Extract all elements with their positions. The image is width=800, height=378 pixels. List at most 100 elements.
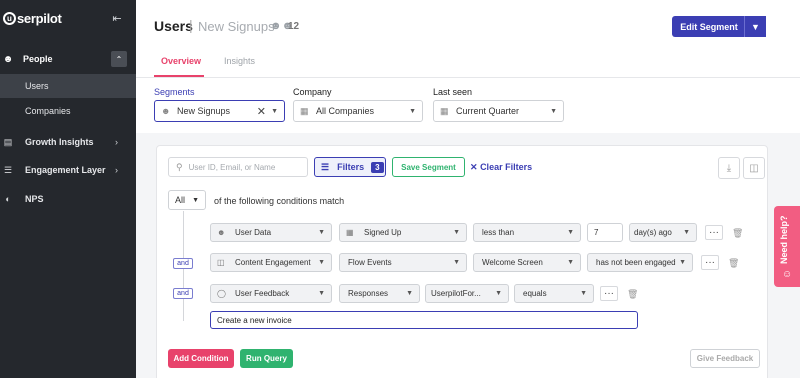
condition-2-type-select[interactable]: ◫ Content Engagement ▼ — [210, 253, 332, 272]
nav-people[interactable]: ☻ People ⌃ — [0, 49, 136, 69]
chevron-down-icon: ▼ — [580, 290, 587, 297]
nav-nps[interactable]: ◐ NPS — [0, 189, 136, 209]
filters-button[interactable]: ☰ Filters 3 — [314, 157, 386, 177]
match-mode-value: All — [175, 195, 186, 205]
tab-overview[interactable]: Overview — [161, 56, 201, 66]
add-condition-button[interactable]: Add Condition — [168, 349, 234, 368]
chevron-down-icon: ▼ — [679, 259, 686, 266]
chevron-down-icon: ▼ — [318, 229, 325, 236]
help-icon: ☺ — [782, 269, 793, 280]
condition-3-field-select[interactable]: Responses ▼ — [339, 284, 420, 303]
give-feedback-button[interactable]: Give Feedback — [690, 349, 760, 368]
main-content: Users | New Signups ☻ ☻ 12 Edit Segment ▼… — [136, 0, 800, 378]
condition-3-type-select[interactable]: ◯ User Feedback ▼ — [210, 284, 332, 303]
condition-3-source: UserpilotFor... — [431, 289, 481, 298]
sliders-icon: ☰ — [321, 161, 330, 172]
content-icon: ◫ — [217, 258, 225, 267]
columns-button[interactable]: ◫ — [743, 157, 765, 179]
users-icon: ☻ — [217, 228, 226, 237]
run-query-button[interactable]: Run Query — [240, 349, 293, 368]
condition-3-field: Responses — [348, 289, 389, 298]
page-title: Users — [154, 18, 193, 34]
clear-filters-label: Clear Filters — [480, 162, 533, 172]
and-connector[interactable]: and — [173, 258, 193, 269]
condition-2-type: Content Engagement — [235, 258, 311, 267]
nav-growth-insights[interactable]: ▤ Growth Insights › — [0, 132, 136, 152]
chevron-down-icon: ▼ — [495, 290, 502, 297]
filters-count-badge: 3 — [371, 161, 384, 173]
download-icon: ⤓ — [726, 162, 732, 174]
subnav-companies[interactable]: Companies — [0, 99, 136, 123]
condition-1-type-select[interactable]: ☻ User Data ▼ — [210, 223, 332, 242]
condition-1-value-input[interactable]: 7 — [587, 223, 623, 242]
condition-3-type: User Feedback — [235, 289, 290, 298]
collapse-sidebar-icon[interactable]: ⇤ — [108, 11, 126, 25]
edit-segment-dropdown[interactable]: ▼ — [744, 16, 766, 37]
trash-icon[interactable]: 🗑 — [728, 258, 739, 269]
segments-select[interactable]: ☻ New Signups ✕ ▼ — [154, 100, 285, 122]
more-icon: ··· — [709, 226, 719, 238]
last-seen-value: Current Quarter — [456, 106, 520, 116]
condition-3-text-input[interactable]: Create a new invoice — [210, 311, 638, 329]
more-icon: ··· — [604, 287, 614, 299]
chevron-down-icon: ▼ — [453, 229, 460, 236]
condition-1-operator-select[interactable]: less than ▼ — [473, 223, 581, 242]
last-seen-select[interactable]: ▦ Current Quarter ▼ — [433, 100, 564, 122]
condition-2-field-select[interactable]: Flow Events ▼ — [339, 253, 467, 272]
clear-icon[interactable]: ✕ — [257, 105, 266, 118]
chevron-down-icon: ▼ — [271, 107, 278, 115]
condition-1-operator: less than — [482, 228, 515, 237]
download-button[interactable]: ⤓ — [718, 157, 740, 179]
need-help-tab[interactable]: Need help? ☺ — [774, 206, 800, 287]
chevron-down-icon: ▼ — [192, 196, 199, 204]
condition-3-operator-select[interactable]: equals ▼ — [514, 284, 594, 303]
segments-value: New Signups — [177, 106, 231, 116]
search-input[interactable]: ⚲ User ID, Email, or Name — [168, 157, 308, 177]
condition-1-field: Signed Up — [364, 228, 402, 237]
users-icon: ☻ — [2, 53, 14, 65]
trash-icon[interactable]: 🗑 — [627, 289, 638, 300]
and-connector[interactable]: and — [173, 288, 193, 299]
chevron-right-icon: › — [115, 137, 118, 147]
condition-2-state-select[interactable]: has not been engaged ▼ — [587, 253, 693, 272]
logo-text: serpilot — [17, 10, 62, 26]
chevron-down-icon: ▼ — [567, 259, 574, 266]
condition-3-source-select[interactable]: UserpilotFor... ▼ — [425, 284, 509, 303]
gauge-icon: ◐ — [5, 194, 11, 204]
condition-2-state: has not been engaged — [596, 258, 676, 267]
condition-1-unit-select[interactable]: day(s) ago ▼ — [629, 223, 697, 242]
tab-insights[interactable]: Insights — [224, 56, 255, 66]
condition-1-more-button[interactable]: ··· — [705, 225, 723, 240]
calendar-icon: ▦ — [440, 105, 449, 116]
trash-icon[interactable]: 🗑 — [732, 228, 743, 239]
chevron-up-icon[interactable]: ⌃ — [111, 51, 127, 67]
sidebar: u serpilot ⇤ ☻ People ⌃ Users Companies … — [0, 0, 136, 378]
search-placeholder: User ID, Email, or Name — [188, 162, 276, 172]
company-label: Company — [293, 87, 332, 97]
company-select[interactable]: ▦ All Companies ▼ — [293, 100, 423, 122]
clear-filters-button[interactable]: ✕ Clear Filters — [470, 162, 532, 173]
chevron-right-icon: › — [115, 165, 118, 175]
condition-3-more-button[interactable]: ··· — [600, 286, 618, 301]
subnav-companies-label: Companies — [25, 106, 71, 116]
logo-mark: u — [3, 11, 16, 25]
nav-people-label: People — [23, 54, 53, 64]
nav-engagement-layer[interactable]: ☰ Engagement Layer › — [0, 160, 136, 180]
more-icon: ··· — [705, 256, 715, 268]
match-mode-select[interactable]: All ▼ — [168, 190, 206, 210]
condition-2-more-button[interactable]: ··· — [701, 255, 719, 270]
close-icon: ✕ — [470, 162, 478, 172]
userpilot-logo[interactable]: u serpilot — [3, 10, 62, 26]
edit-segment-label: Edit Segment — [680, 21, 738, 32]
subnav-users-label: Users — [25, 81, 49, 91]
users-count: 12 — [288, 21, 300, 32]
users-icon: ☻ — [161, 106, 171, 116]
condition-2-target: Welcome Screen — [482, 258, 543, 267]
nav-growth-insights-label: Growth Insights — [25, 137, 94, 147]
save-segment-button[interactable]: Save Segment — [392, 157, 465, 177]
condition-1-field-select[interactable]: ▦ Signed Up ▼ — [339, 223, 467, 242]
chevron-down-icon: ▼ — [453, 259, 460, 266]
subnav-users[interactable]: Users — [0, 74, 136, 98]
condition-2-field: Flow Events — [348, 258, 392, 267]
condition-2-target-select[interactable]: Welcome Screen ▼ — [473, 253, 581, 272]
